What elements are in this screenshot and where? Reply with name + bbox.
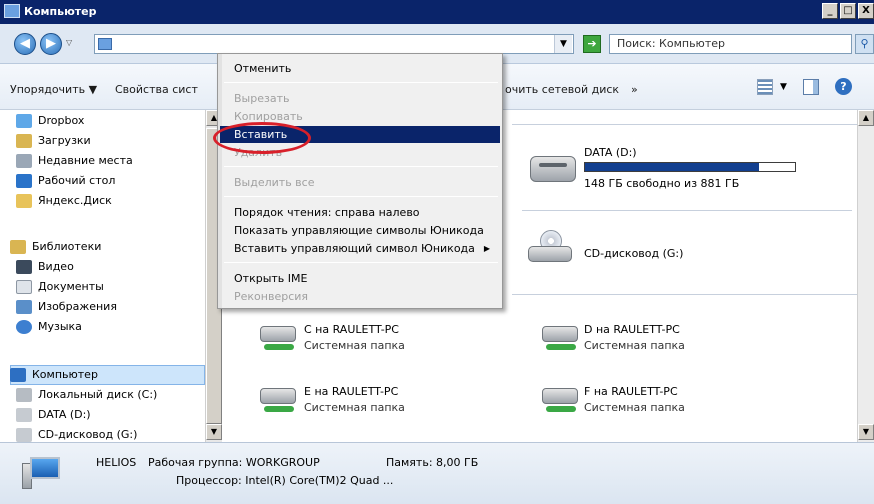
maximize-button[interactable]: □	[840, 3, 856, 19]
scroll-up-arrow[interactable]: ▲	[858, 110, 874, 126]
menu-item-select-all[interactable]: Выделить все	[220, 174, 500, 191]
drive-name: DATA (D:)	[584, 146, 637, 159]
context-menu: Отменить Вырезать Копировать Вставить Уд…	[217, 53, 503, 309]
processor-info: Процессор: Intel(R) Core(TM)2 Quad ...	[176, 474, 394, 487]
recent-places-icon	[16, 154, 32, 168]
divider	[512, 124, 862, 125]
menu-item-insert-unicode[interactable]: Вставить управляющий символ Юникода ▶	[220, 240, 500, 257]
map-network-drive-button[interactable]: очить сетевой диск	[505, 83, 619, 96]
network-drive-icon	[258, 324, 300, 354]
nav-item-dropbox[interactable]: Dropbox	[16, 112, 84, 130]
title-bar: Компьютер _ □ X	[0, 0, 874, 24]
annotation-ellipse	[213, 122, 311, 154]
memory-info: Память: 8,00 ГБ	[386, 456, 479, 469]
menu-item-cut[interactable]: Вырезать	[220, 90, 500, 107]
computer-icon	[4, 4, 20, 18]
documents-icon	[16, 280, 32, 294]
nav-item-recent-places[interactable]: Недавние места	[16, 152, 133, 170]
nav-item-desktop[interactable]: Рабочий стол	[16, 172, 115, 190]
search-input[interactable]: Поиск: Компьютер	[609, 34, 852, 54]
drive-icon	[530, 156, 576, 182]
nav-item-libraries[interactable]: Библиотеки	[10, 238, 101, 256]
help-icon[interactable]: ?	[835, 78, 852, 95]
folder-type: Системная папка	[584, 401, 685, 414]
drive-usage-fill	[585, 163, 760, 171]
menu-item-open-ime[interactable]: Открыть IME	[220, 270, 500, 287]
video-icon	[16, 260, 32, 274]
scroll-down-arrow[interactable]: ▼	[858, 424, 874, 440]
minimize-button[interactable]: _	[822, 3, 838, 19]
chevron-down-icon[interactable]: ▼	[780, 82, 787, 92]
pictures-icon	[16, 300, 32, 314]
network-drive-icon	[540, 386, 582, 416]
folder-type: Системная папка	[584, 339, 685, 352]
nav-item-downloads[interactable]: Загрузки	[16, 132, 91, 150]
submenu-arrow-icon: ▶	[483, 244, 490, 253]
nav-item-local-disk-c[interactable]: Локальный диск (C:)	[16, 386, 157, 404]
folder-name: C на RAULETT-PC	[304, 323, 399, 336]
computer-icon	[10, 368, 26, 382]
folder-icon	[16, 194, 32, 208]
recent-pages-dropdown[interactable]: ▽	[66, 38, 72, 47]
system-properties-button[interactable]: Свойства сист	[115, 83, 198, 96]
menu-item-undo[interactable]: Отменить	[220, 60, 500, 77]
dropbox-icon	[16, 114, 32, 128]
nav-item-pictures[interactable]: Изображения	[16, 298, 117, 316]
nav-item-documents[interactable]: Документы	[16, 278, 104, 296]
drive-usage-bar	[584, 162, 796, 172]
nav-item-data-d[interactable]: DATA (D:)	[16, 406, 91, 424]
go-button[interactable]: ➔	[583, 35, 601, 53]
desktop-icon	[16, 174, 32, 188]
forward-button[interactable]: ▶	[40, 33, 62, 55]
drive-free-space: 148 ГБ свободно из 881 ГБ	[584, 177, 740, 190]
divider	[522, 210, 852, 211]
folder-name: F на RAULETT-PC	[584, 385, 678, 398]
view-icon[interactable]	[757, 79, 773, 95]
menu-separator	[224, 166, 498, 167]
downloads-folder-icon	[16, 134, 32, 148]
preview-pane-icon[interactable]	[803, 79, 819, 95]
drive-name: CD-дисковод (G:)	[584, 247, 684, 260]
search-icon[interactable]: ⚲	[855, 34, 874, 54]
cd-drive-icon	[16, 428, 32, 442]
nav-item-computer[interactable]: Компьютер	[10, 366, 98, 384]
more-commands-button[interactable]: »	[631, 83, 638, 96]
workgroup-info: Рабочая группа: WORKGROUP	[148, 456, 320, 469]
menu-item-show-unicode[interactable]: Показать управляющие символы Юникода	[220, 222, 500, 239]
divider	[512, 294, 862, 295]
window-title: Компьютер	[24, 5, 97, 18]
menu-item-reconversion[interactable]: Реконверсия	[220, 288, 500, 305]
folder-name: D на RAULETT-PC	[584, 323, 680, 336]
folder-name: E на RAULETT-PC	[304, 385, 399, 398]
local-disk-icon	[16, 388, 32, 402]
nav-item-video[interactable]: Видео	[16, 258, 74, 276]
details-pane: HELIOS Рабочая группа: WORKGROUP Память:…	[0, 442, 874, 504]
computer-name: HELIOS	[96, 456, 137, 469]
menu-separator	[224, 82, 498, 83]
content-scrollbar[interactable]: ▲ ▼	[857, 110, 874, 442]
drive-icon	[16, 408, 32, 422]
nav-item-music[interactable]: Музыка	[16, 318, 82, 336]
scroll-down-arrow[interactable]: ▼	[206, 424, 222, 440]
menu-separator	[224, 196, 498, 197]
network-drive-icon	[258, 386, 300, 416]
music-icon	[16, 320, 32, 334]
menu-item-rtl-reading[interactable]: Порядок чтения: справа налево	[220, 204, 500, 221]
folder-type: Системная папка	[304, 401, 405, 414]
back-button[interactable]: ◀	[14, 33, 36, 55]
nav-item-yandex-disk[interactable]: Яндекс.Диск	[16, 192, 112, 210]
menu-separator	[224, 262, 498, 263]
navigation-pane: Dropbox Загрузки Недавние места Рабочий …	[0, 110, 230, 442]
folder-type: Системная папка	[304, 339, 405, 352]
organize-button[interactable]: Упорядочить ▼	[10, 83, 97, 96]
cd-drive-icon	[528, 230, 574, 264]
computer-icon	[98, 38, 112, 50]
close-button[interactable]: X	[858, 3, 874, 19]
address-dropdown-button[interactable]: ▼	[554, 35, 572, 53]
libraries-icon	[10, 240, 26, 254]
address-field[interactable]	[94, 34, 574, 54]
network-drive-icon	[540, 324, 582, 354]
computer-icon	[22, 457, 62, 491]
